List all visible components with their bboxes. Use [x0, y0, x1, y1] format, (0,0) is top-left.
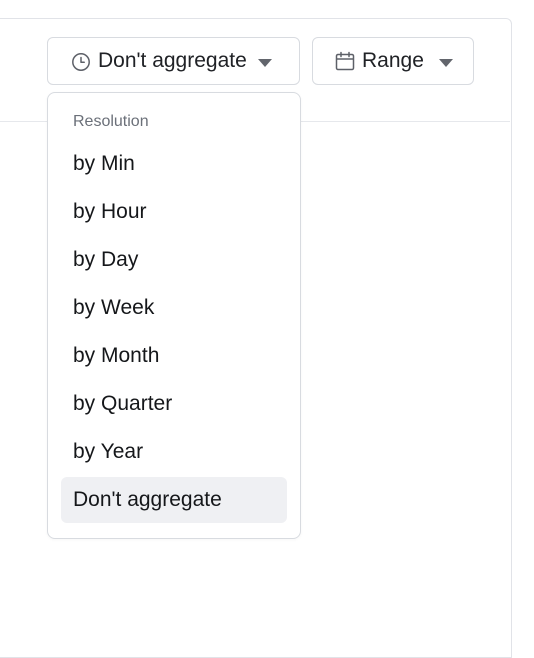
menu-item-by-week[interactable]: by Week — [61, 285, 287, 331]
range-select-button[interactable]: Range — [312, 37, 474, 85]
resolution-dropdown-menu: Resolution by Min by Hour by Day by Week… — [47, 92, 301, 539]
menu-item-dont-aggregate[interactable]: Don't aggregate — [61, 477, 287, 523]
menu-item-by-hour[interactable]: by Hour — [61, 189, 287, 235]
dropdown-section-header: Resolution — [73, 113, 149, 130]
range-select-label: Range — [362, 49, 424, 72]
menu-item-by-month[interactable]: by Month — [61, 333, 287, 379]
menu-item-by-day[interactable]: by Day — [61, 237, 287, 283]
caret-down-icon — [438, 58, 453, 68]
menu-item-by-min[interactable]: by Min — [61, 141, 287, 187]
aggregate-select-button[interactable]: Don't aggregate — [47, 37, 300, 85]
aggregate-select-label: Don't aggregate — [98, 49, 247, 72]
menu-item-by-quarter[interactable]: by Quarter — [61, 381, 287, 427]
clock-icon — [70, 50, 92, 72]
calendar-icon — [334, 50, 356, 72]
caret-down-icon — [257, 58, 272, 68]
menu-item-by-year[interactable]: by Year — [61, 429, 287, 475]
